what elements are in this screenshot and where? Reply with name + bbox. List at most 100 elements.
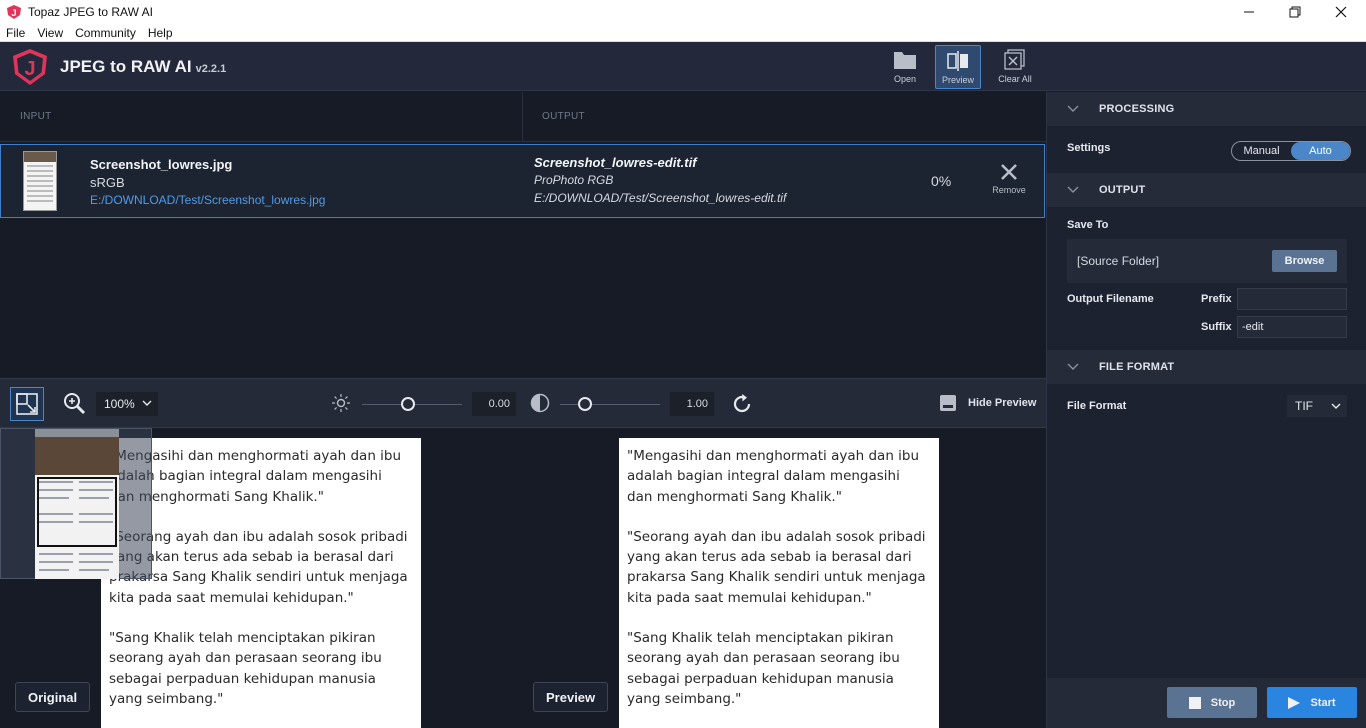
- file-thumbnail: [23, 151, 57, 211]
- window-title: Topaz JPEG to RAW AI: [28, 5, 153, 19]
- output-color-profile: ProPhoto RGB: [534, 173, 614, 187]
- save-folder-box: [Source Folder] Browse: [1067, 239, 1347, 283]
- settings-label: Settings: [1067, 142, 1111, 154]
- output-section-header[interactable]: OUTPUT: [1047, 173, 1366, 207]
- close-icon: [1001, 164, 1017, 180]
- clear-all-button[interactable]: Clear All: [992, 45, 1038, 89]
- zoom-select[interactable]: 100%: [96, 392, 158, 416]
- original-paragraph: "Mengasihi dan menghormati ayah dan ibu …: [109, 448, 402, 505]
- preview-button[interactable]: Preview: [935, 45, 981, 89]
- mode-manual-option[interactable]: Manual: [1232, 142, 1291, 160]
- action-bar: Stop Start: [1046, 678, 1366, 728]
- output-column-header: OUTPUT: [542, 111, 585, 122]
- navigator-toggle-button[interactable]: [10, 387, 44, 421]
- app-version: v2.2.1: [195, 63, 227, 75]
- preview-area[interactable]: "Mengasihi dan menghormati ayah dan ibu …: [0, 428, 1046, 728]
- settings-mode-toggle[interactable]: Manual Auto: [1231, 141, 1351, 161]
- preview-paragraph: "Sang Khalik telah menciptakan pikiran s…: [627, 630, 900, 707]
- contrast-slider-handle[interactable]: [578, 397, 592, 411]
- exposure-value[interactable]: 0.00: [472, 392, 516, 416]
- preview-paragraph: "Seorang ayah dan ibu adalah sosok priba…: [627, 528, 926, 606]
- topaz-app-icon: J: [7, 5, 21, 19]
- settings-panel: PROCESSING Settings Manual Auto OUTPUT S…: [1046, 92, 1366, 678]
- file-format-section-header[interactable]: FILE FORMAT: [1047, 350, 1366, 384]
- original-label-button[interactable]: Original: [15, 682, 91, 712]
- stop-icon: [1188, 696, 1201, 709]
- contrast-slider-track[interactable]: [560, 404, 660, 405]
- chevron-down-icon: [1067, 105, 1079, 112]
- original-paragraph: "Seorang ayah dan ibu adalah sosok priba…: [109, 528, 408, 606]
- split-preview-icon: [947, 51, 968, 71]
- preview-image: "Mengasihi dan menghormati ayah dan ibu …: [619, 438, 939, 728]
- input-column-header: INPUT: [20, 111, 52, 122]
- chevron-down-icon: [1331, 403, 1341, 409]
- original-paragraph: "Sang Khalik telah menciptakan pikiran s…: [109, 630, 382, 707]
- start-button[interactable]: Start: [1267, 687, 1357, 718]
- menu-bar: File View Community Help: [0, 24, 1366, 42]
- mode-auto-option[interactable]: Auto: [1291, 142, 1350, 160]
- progress-percent: 0%: [931, 173, 952, 189]
- close-icon: [1335, 6, 1347, 18]
- reset-icon[interactable]: [731, 393, 753, 415]
- file-format-label: File Format: [1067, 400, 1127, 412]
- menu-community[interactable]: Community: [69, 26, 142, 40]
- app-header: J JPEG to RAW AI v2.2.1 Open Preview Clea…: [0, 42, 1046, 91]
- topaz-logo: J: [13, 49, 47, 85]
- menu-view[interactable]: View: [31, 26, 69, 40]
- prefix-input[interactable]: [1237, 288, 1347, 310]
- preview-label-button[interactable]: Preview: [533, 682, 609, 712]
- navigator-thumbnail: [35, 429, 119, 579]
- contrast-value[interactable]: 1.00: [670, 392, 714, 416]
- suffix-input[interactable]: -edit: [1237, 316, 1347, 338]
- processing-section-header[interactable]: PROCESSING: [1047, 92, 1366, 126]
- restore-icon: [1289, 6, 1301, 18]
- minimize-button[interactable]: [1226, 0, 1272, 24]
- window-titlebar: J Topaz JPEG to RAW AI: [0, 0, 1366, 24]
- column-divider: [522, 92, 523, 142]
- output-file-path: E:/DOWNLOAD/Test/Screenshot_lowres-edit.…: [534, 191, 787, 205]
- input-color-profile: sRGB: [90, 175, 125, 190]
- file-row[interactable]: Screenshot_lowres.jpg sRGB E:/DOWNLOAD/T…: [0, 144, 1045, 218]
- contrast-icon: [530, 393, 550, 413]
- file-format-select[interactable]: TIF: [1287, 395, 1347, 417]
- chevron-down-icon: [1067, 363, 1079, 370]
- preview-paragraph: "Mengasihi dan menghormati ayah dan ibu …: [627, 448, 920, 505]
- exposure-icon: [332, 394, 350, 412]
- app-name: JPEG to RAW AI v2.2.1: [60, 57, 227, 76]
- input-file-name: Screenshot_lowres.jpg: [90, 157, 233, 172]
- navigator-panel[interactable]: [0, 428, 152, 579]
- navigator-icon: [16, 393, 38, 415]
- chevron-down-icon: [142, 400, 152, 406]
- prefix-label: Prefix: [1201, 293, 1232, 305]
- output-filename-label: Output Filename: [1067, 293, 1154, 305]
- open-button[interactable]: Open: [882, 45, 928, 89]
- input-file-path[interactable]: E:/DOWNLOAD/Test/Screenshot_lowres.jpg: [90, 193, 325, 207]
- hide-preview-icon: [940, 395, 956, 411]
- navigator-viewport-frame[interactable]: [37, 477, 117, 547]
- file-list-header: INPUT OUTPUT: [0, 92, 1046, 142]
- side-header: [1046, 42, 1366, 91]
- minimize-icon: [1244, 11, 1254, 13]
- file-list: INPUT OUTPUT Screenshot_lowres.jpg sRGB …: [0, 92, 1046, 378]
- svg-text:J: J: [11, 8, 16, 18]
- chevron-down-icon: [1067, 186, 1079, 193]
- svg-text:J: J: [24, 58, 35, 80]
- stop-button[interactable]: Stop: [1167, 687, 1257, 718]
- maximize-button[interactable]: [1272, 0, 1318, 24]
- suffix-label: Suffix: [1201, 321, 1232, 333]
- menu-help[interactable]: Help: [142, 26, 179, 40]
- remove-button[interactable]: Remove: [989, 163, 1029, 195]
- clear-all-icon: [1004, 49, 1025, 70]
- output-file-name: Screenshot_lowres-edit.tif: [534, 155, 697, 170]
- exposure-slider-handle[interactable]: [401, 397, 415, 411]
- browse-button[interactable]: Browse: [1272, 250, 1337, 272]
- preview-toolbar: 100% 0.00 1.00 Hide Preview: [0, 378, 1046, 428]
- folder-icon: [894, 52, 916, 69]
- save-folder-value: [Source Folder]: [1077, 254, 1160, 268]
- zoom-icon[interactable]: [62, 391, 86, 415]
- save-to-label: Save To: [1067, 219, 1109, 231]
- menu-file[interactable]: File: [0, 26, 31, 40]
- close-window-button[interactable]: [1318, 0, 1364, 24]
- hide-preview-button[interactable]: Hide Preview: [940, 395, 1036, 411]
- play-icon: [1288, 696, 1301, 709]
